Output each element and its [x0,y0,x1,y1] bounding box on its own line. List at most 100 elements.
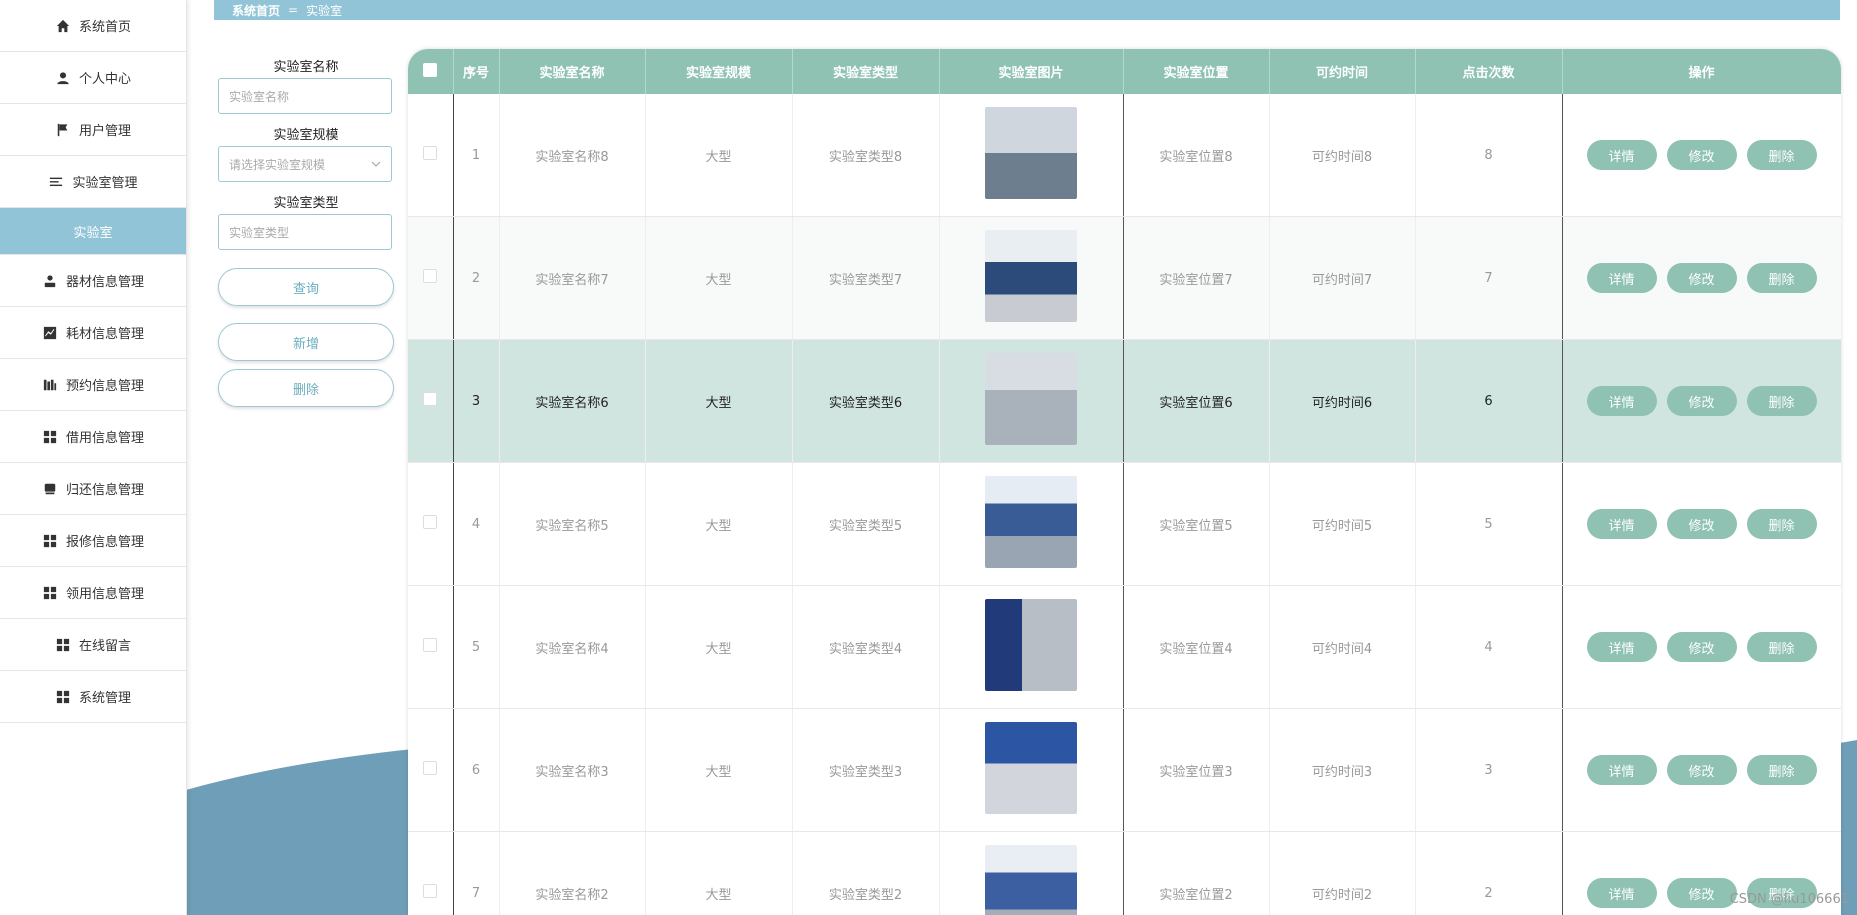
lab-photo [985,845,1077,915]
cell-image [939,94,1124,217]
row-checkbox[interactable] [408,708,454,832]
row-checkbox[interactable] [408,339,454,463]
detail-button[interactable]: 详情 [1586,263,1657,293]
table-row[interactable]: 2 实验室名称7 大型 实验室类型7 实验室位置7 可约时间7 7 详情 修改 删除 [408,216,1841,340]
cell-image [939,708,1124,832]
cell-name: 实验室名称3 [499,708,646,832]
cell-clicks: 7 [1415,216,1563,340]
table-row[interactable]: 7 实验室名称2 大型 实验室类型2 实验室位置2 可约时间2 2 详情 修改 删除 [408,831,1841,915]
cell-ops: 详情 修改 删除 [1562,94,1841,217]
cell-image [939,216,1124,340]
row-checkbox[interactable] [408,94,454,217]
sidebar-item-lab-management[interactable]: 实验室管理 [0,156,186,208]
cell-name: 实验室名称6 [499,339,646,463]
lab-scale-select[interactable]: 请选择实验室规模 [218,146,392,182]
lab-type-placeholder: 实验室类型 [229,225,290,240]
grid-icon [55,637,71,653]
detail-button[interactable]: 详情 [1586,509,1657,539]
table-row[interactable]: 3 实验室名称6 大型 实验室类型6 实验室位置6 可约时间6 6 详情 修改 删除 [408,339,1841,463]
grid-icon [55,689,71,705]
sidebar-item-system[interactable]: 系统管理 [0,671,186,723]
delete-row-button[interactable]: 删除 [1746,509,1817,539]
lab-name-placeholder: 实验室名称 [229,89,290,104]
sidebar-item-messages[interactable]: 在线留言 [0,619,186,671]
cell-name: 实验室名称2 [499,831,646,915]
row-checkbox[interactable] [408,216,454,340]
cell-no: 2 [453,216,500,340]
cell-scale: 大型 [645,216,793,340]
delete-row-button[interactable]: 删除 [1746,263,1817,293]
sidebar-item-lab[interactable]: 实验室 [0,208,186,255]
cell-image [939,585,1124,709]
table-row[interactable]: 5 实验室名称4 大型 实验室类型4 实验室位置4 可约时间4 4 详情 修改 删除 [408,585,1841,709]
detail-button[interactable]: 详情 [1586,755,1657,785]
edit-button[interactable]: 修改 [1666,878,1737,908]
header-type: 实验室类型 [792,49,940,94]
delete-row-button[interactable]: 删除 [1746,140,1817,170]
cell-name: 实验室名称8 [499,94,646,217]
box-icon [42,481,58,497]
cell-clicks: 6 [1415,339,1563,463]
sidebar-item-receive[interactable]: 领用信息管理 [0,567,186,619]
edit-button[interactable]: 修改 [1666,386,1737,416]
edit-button[interactable]: 修改 [1666,632,1737,662]
delete-row-button[interactable]: 删除 [1746,755,1817,785]
bars-icon [42,377,58,393]
delete-row-button[interactable]: 删除 [1746,632,1817,662]
lab-photo [985,353,1077,445]
edit-button[interactable]: 修改 [1666,509,1737,539]
sidebar-item-label: 报修信息管理 [65,535,144,550]
delete-button[interactable]: 删除 [218,369,394,407]
row-checkbox[interactable] [408,831,454,915]
table-row[interactable]: 4 实验室名称5 大型 实验室类型5 实验室位置5 可约时间5 5 详情 修改 删除 [408,462,1841,586]
select-all-checkbox[interactable] [408,49,454,94]
sidebar-item-label: 实验室 [73,225,113,241]
edit-button[interactable]: 修改 [1666,263,1737,293]
sidebar-item-return[interactable]: 归还信息管理 [0,463,186,515]
add-button[interactable]: 新增 [218,323,394,361]
lab-photo [985,599,1077,691]
edit-button[interactable]: 修改 [1666,140,1737,170]
header-time: 可约时间 [1269,49,1416,94]
cell-location: 实验室位置5 [1123,462,1270,586]
lab-type-label: 实验室类型 [273,196,339,211]
cell-location: 实验室位置2 [1123,831,1270,915]
flag-icon [55,122,71,138]
query-button[interactable]: 查询 [218,268,394,306]
sidebar-item-equipment[interactable]: 器材信息管理 [0,255,186,307]
lab-type-input[interactable]: 实验室类型 [218,214,392,250]
cell-scale: 大型 [645,462,793,586]
sidebar-item-label: 用户管理 [78,124,131,139]
table-row[interactable]: 6 实验室名称3 大型 实验室类型3 实验室位置3 可约时间3 3 详情 修改 删除 [408,708,1841,832]
header-no: 序号 [453,49,500,94]
sidebar-item-consumables[interactable]: 耗材信息管理 [0,307,186,359]
sidebar-item-booking[interactable]: 预约信息管理 [0,359,186,411]
sidebar-item-home[interactable]: 系统首页 [0,0,186,52]
detail-button[interactable]: 详情 [1586,386,1657,416]
delete-row-button[interactable]: 删除 [1746,386,1817,416]
cell-clicks: 5 [1415,462,1563,586]
grid-icon [42,585,58,601]
user-icon [55,70,71,86]
breadcrumb-separator: = [288,3,299,17]
row-checkbox[interactable] [408,462,454,586]
cell-no: 7 [453,831,500,915]
sidebar-item-borrow[interactable]: 借用信息管理 [0,411,186,463]
detail-button[interactable]: 详情 [1586,878,1657,908]
sidebar-item-label: 个人中心 [78,72,131,87]
breadcrumb-home[interactable]: 系统首页 [232,2,280,19]
sidebar-item-repair[interactable]: 报修信息管理 [0,515,186,567]
row-checkbox[interactable] [408,585,454,709]
detail-button[interactable]: 详情 [1586,140,1657,170]
detail-button[interactable]: 详情 [1586,632,1657,662]
grid-icon [42,429,58,445]
header-image: 实验室图片 [939,49,1124,94]
sidebar: 系统首页 个人中心 用户管理 实验室管理 实验室 器材信息管理 耗材信息管理 预… [0,0,187,915]
sidebar-item-user-management[interactable]: 用户管理 [0,104,186,156]
sidebar-item-personal-center[interactable]: 个人中心 [0,52,186,104]
lab-name-input[interactable]: 实验室名称 [218,78,392,114]
home-icon [55,18,71,34]
table-row[interactable]: 1 实验室名称8 大型 实验室类型8 实验室位置8 可约时间8 8 详情 修改 删除 [408,94,1841,217]
cell-type: 实验室类型8 [792,94,940,217]
edit-button[interactable]: 修改 [1666,755,1737,785]
